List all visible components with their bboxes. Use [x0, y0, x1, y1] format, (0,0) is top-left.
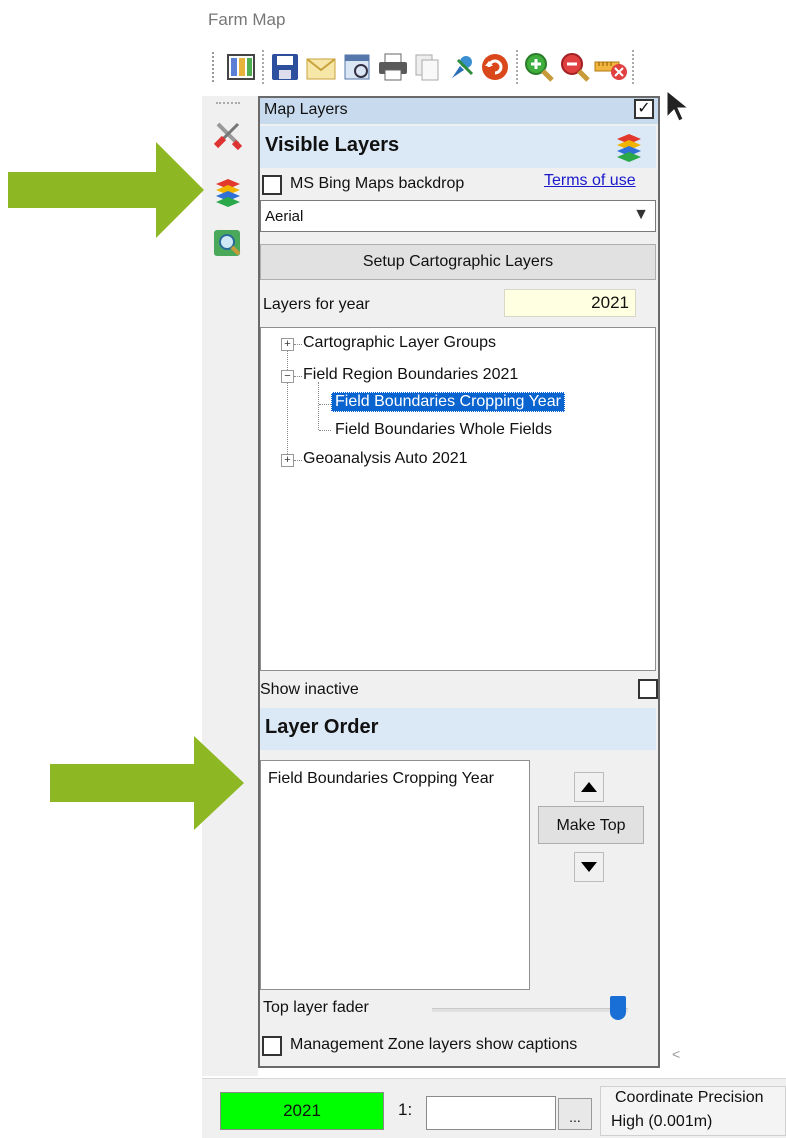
tree-node-cartographic-groups[interactable]: Cartographic Layer Groups: [303, 334, 496, 352]
top-layer-fader-thumb[interactable]: [610, 996, 626, 1020]
move-down-button[interactable]: [574, 852, 604, 882]
annotation-arrow-icon: [50, 736, 244, 830]
year-input[interactable]: 2021: [504, 289, 636, 317]
pin-panel-checkbox[interactable]: ✓: [634, 99, 654, 119]
show-inactive-checkbox[interactable]: [638, 679, 658, 699]
layers-header-icon: [614, 132, 644, 167]
move-up-button[interactable]: [574, 772, 604, 802]
print-icon[interactable]: [376, 50, 410, 84]
toolbar-separator: [516, 50, 518, 84]
layout-icon[interactable]: [224, 50, 258, 84]
tree-line: [294, 344, 302, 345]
scale-browse-button[interactable]: ...: [558, 1098, 592, 1130]
tools-icon[interactable]: [212, 120, 244, 152]
layers-for-year-label: Layers for year: [263, 296, 370, 313]
tree-line: [319, 430, 331, 431]
visible-layers-title: Visible Layers: [265, 134, 400, 156]
top-layer-fader-track[interactable]: [432, 1008, 628, 1012]
arrow-up-icon: [574, 772, 604, 802]
make-top-button[interactable]: Make Top: [538, 806, 644, 844]
tree-line: [319, 404, 331, 405]
undo-icon[interactable]: [478, 50, 512, 84]
arrow-down-icon: [574, 852, 604, 882]
sidebar-grip[interactable]: [216, 102, 240, 104]
annotation-arrow-icon: [8, 142, 204, 238]
bing-backdrop-label: MS Bing Maps backdrop: [290, 175, 465, 192]
backdrop-select-value: Aerial: [265, 208, 304, 225]
setup-cartographic-layers-button[interactable]: Setup Cartographic Layers: [260, 244, 656, 280]
pin-tool-icon[interactable]: [444, 50, 478, 84]
toolbar-grip[interactable]: [212, 52, 218, 82]
bing-backdrop-checkbox[interactable]: [262, 175, 282, 195]
tree-node-whole-fields[interactable]: Field Boundaries Whole Fields: [335, 421, 552, 439]
scroll-left-icon[interactable]: <: [672, 1046, 680, 1062]
tree-line: [294, 376, 302, 377]
show-captions-label: Management Zone layers show captions: [290, 1036, 578, 1053]
map-search-icon[interactable]: [212, 228, 244, 260]
tree-line: [318, 382, 319, 430]
zoom-out-icon[interactable]: [558, 50, 592, 84]
tree-node-cropping-year[interactable]: Field Boundaries Cropping Year: [331, 392, 565, 412]
toolbar-separator: [632, 50, 634, 84]
tree-node-geoanalysis[interactable]: Geoanalysis Auto 2021: [303, 450, 468, 468]
collapse-icon[interactable]: −: [281, 370, 294, 383]
expand-icon[interactable]: +: [281, 338, 294, 351]
scale-input[interactable]: [426, 1096, 556, 1130]
panel-title: Map Layers: [260, 98, 658, 124]
coordinate-precision-panel[interactable]: Coordinate Precision High (0.001m): [600, 1086, 786, 1136]
layers-icon[interactable]: [212, 176, 244, 208]
zoom-in-icon[interactable]: [522, 50, 556, 84]
chevron-down-icon: ▼: [633, 206, 649, 223]
tree-line: [294, 460, 302, 461]
show-inactive-label: Show inactive: [260, 681, 359, 698]
top-layer-fader-label: Top layer fader: [263, 999, 369, 1016]
tree-line: [287, 350, 288, 458]
terms-of-use-link[interactable]: Terms of use: [544, 172, 636, 190]
coordinate-precision-label: Coordinate Precision: [615, 1089, 764, 1106]
status-year: 2021: [220, 1092, 384, 1130]
app-title: Farm Map: [208, 10, 286, 29]
layer-order-list[interactable]: Field Boundaries Cropping Year: [260, 760, 530, 990]
toolbar-separator: [262, 50, 264, 84]
expand-icon[interactable]: +: [281, 454, 294, 467]
layer-tree[interactable]: + Cartographic Layer Groups − Field Regi…: [260, 327, 656, 671]
list-item[interactable]: Field Boundaries Cropping Year: [268, 770, 494, 788]
layer-order-title: Layer Order: [265, 716, 379, 738]
side-toolbar: [202, 96, 258, 1076]
show-captions-checkbox[interactable]: [262, 1036, 282, 1056]
coordinate-precision-value: High (0.001m): [611, 1113, 713, 1130]
backdrop-select[interactable]: Aerial ▼: [260, 200, 656, 232]
save-icon[interactable]: [268, 50, 302, 84]
scale-prefix: 1:: [398, 1100, 413, 1119]
measure-clear-icon[interactable]: [594, 50, 628, 84]
main-toolbar: [212, 42, 786, 122]
visible-layers-header: Visible Layers: [260, 126, 656, 168]
pointer-icon[interactable]: [662, 89, 696, 124]
tree-node-field-region-boundaries[interactable]: Field Region Boundaries 2021: [303, 366, 518, 384]
copy-icon[interactable]: [410, 50, 444, 84]
report-icon[interactable]: [340, 50, 374, 84]
email-icon[interactable]: [304, 50, 338, 84]
layer-order-header: Layer Order: [260, 708, 656, 750]
